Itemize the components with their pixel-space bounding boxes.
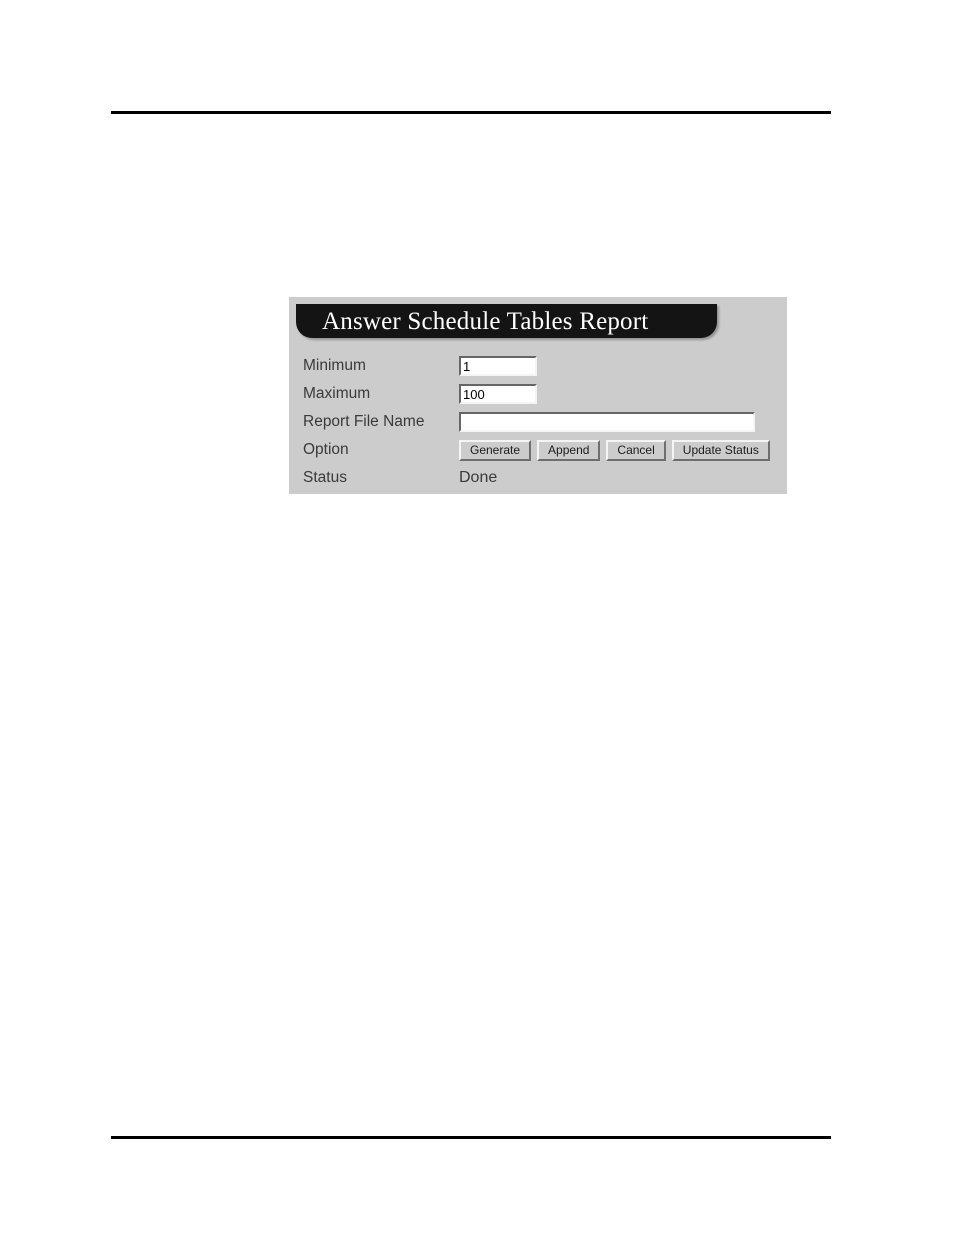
status-value: Done <box>459 469 498 486</box>
maximum-label: Maximum <box>303 385 371 403</box>
cancel-button[interactable]: Cancel <box>606 439 666 461</box>
maximum-input[interactable] <box>459 384 537 404</box>
panel-title-banner: Answer Schedule Tables Report <box>296 304 717 338</box>
generate-button[interactable]: Generate <box>459 439 532 461</box>
form-row-minimum: Minimum <box>303 352 779 380</box>
page-header-rule <box>111 111 831 114</box>
form-row-report-file-name: Report File Name <box>303 408 779 436</box>
option-field-cell: Generate Append Cancel Update Status <box>459 439 779 461</box>
answer-schedule-tables-report-panel: Answer Schedule Tables Report Minimum Ma… <box>289 297 787 494</box>
minimum-input[interactable] <box>459 356 537 376</box>
option-label: Option <box>303 441 349 459</box>
option-button-row: Generate Append Cancel Update Status <box>459 439 770 461</box>
report-file-name-label: Report File Name <box>303 413 425 431</box>
form-row-option: Option Generate Append Cancel Update Sta… <box>303 436 779 464</box>
report-file-name-field-cell <box>459 412 779 432</box>
panel-title: Answer Schedule Tables Report <box>322 307 649 335</box>
form-row-maximum: Maximum <box>303 380 779 408</box>
append-button[interactable]: Append <box>537 439 601 461</box>
minimum-field-cell <box>459 356 779 376</box>
report-file-name-input[interactable] <box>459 412 755 432</box>
maximum-field-cell <box>459 384 779 404</box>
update-status-button[interactable]: Update Status <box>671 439 770 461</box>
status-field-cell: Done <box>459 470 779 486</box>
page-footer-rule <box>111 1136 831 1139</box>
status-label: Status <box>303 469 347 487</box>
form-row-status: Status Done <box>303 464 779 492</box>
minimum-label: Minimum <box>303 357 366 375</box>
report-form: Minimum Maximum Report File Name Option <box>303 352 779 492</box>
